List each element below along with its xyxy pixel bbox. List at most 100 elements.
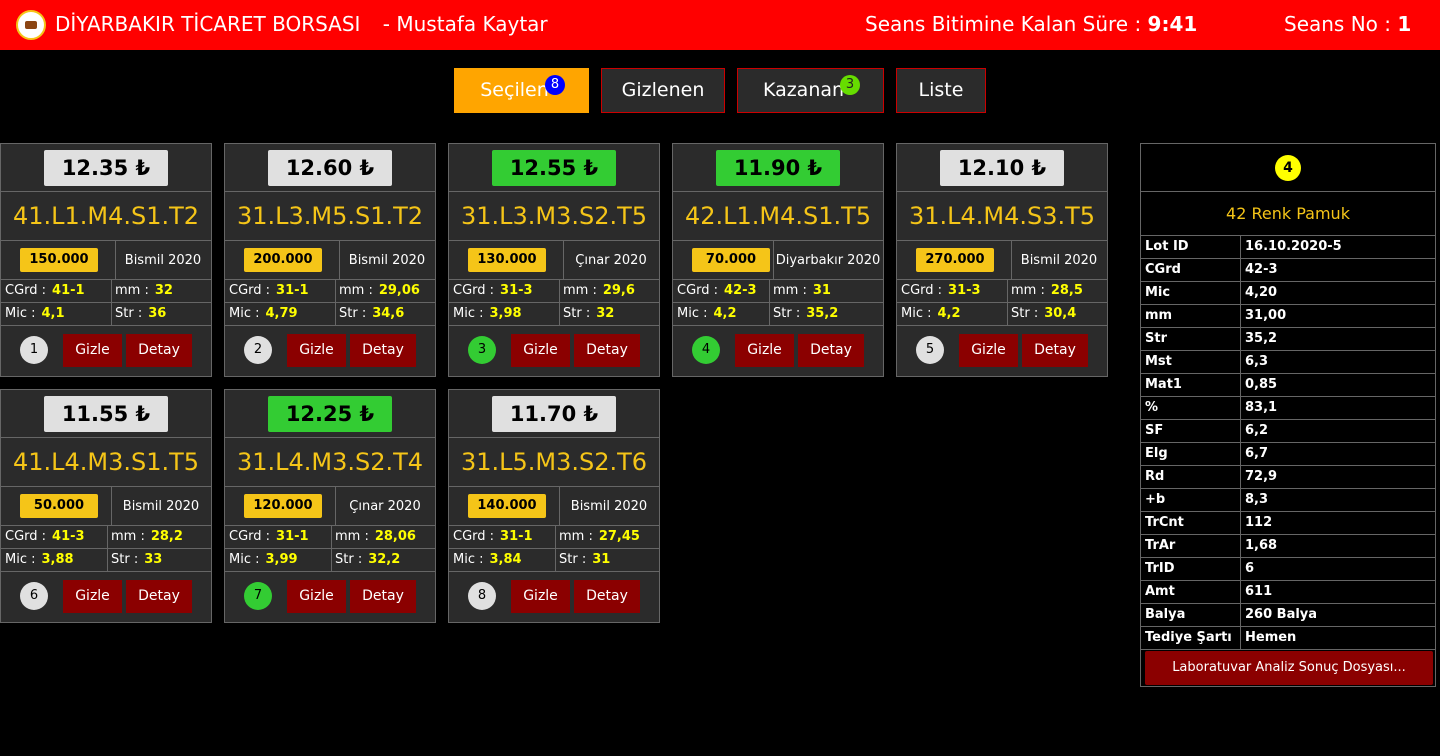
mic-spec: Mic : 3,99 xyxy=(229,552,298,567)
detail-button[interactable]: Detay xyxy=(574,580,640,613)
tab-badge: 8 xyxy=(545,75,565,95)
price-row: 12.25 ₺ xyxy=(225,390,435,438)
quantity-badge: 120.000 xyxy=(244,494,322,518)
mic-label: Mic : xyxy=(229,306,260,321)
card-actions: 3 Gizle Detay xyxy=(449,327,659,377)
mic-spec: Mic : 3,88 xyxy=(5,552,74,567)
tab-secilen[interactable]: Seçilen 8 xyxy=(454,68,589,113)
tab-label: Seçilen xyxy=(480,79,549,101)
mm-spec: mm : 29,06 xyxy=(339,283,420,298)
detail-key: % xyxy=(1145,400,1159,415)
mic-value: 3,84 xyxy=(489,552,522,567)
spec-row: CGrd : 42-3 mm : 31 xyxy=(673,280,883,303)
detail-button[interactable]: Detay xyxy=(350,580,416,613)
rank-badge: 5 xyxy=(916,336,944,364)
mm-value: 29,6 xyxy=(602,283,635,298)
detail-button[interactable]: Detay xyxy=(574,334,640,367)
str-spec: Str : 34,6 xyxy=(339,306,404,321)
mic-value: 3,88 xyxy=(41,552,74,567)
detail-row: Amt 611 xyxy=(1141,581,1435,604)
mic-spec: Mic : 4,79 xyxy=(229,306,298,321)
str-value: 35,2 xyxy=(806,306,839,321)
detail-button[interactable]: Detay xyxy=(798,334,864,367)
hide-button[interactable]: Gizle xyxy=(735,334,794,367)
mm-value: 28,06 xyxy=(374,529,416,544)
divider xyxy=(1240,466,1241,488)
detail-value: 6,2 xyxy=(1245,423,1269,438)
hide-button[interactable]: Gizle xyxy=(63,580,122,613)
mm-spec: mm : 28,5 xyxy=(1011,283,1083,298)
tab-kazanan[interactable]: Kazanan 3 xyxy=(737,68,884,113)
cgrd-value: 31-3 xyxy=(948,283,981,298)
divider xyxy=(1240,397,1241,419)
top-bar: DİYARBAKIR TİCARET BORSASI - Mustafa Kay… xyxy=(0,0,1440,50)
divider xyxy=(1240,535,1241,557)
lot-card: 11.90 ₺ 42.L1.M4.S1.T5 70.000 Diyarbakır… xyxy=(672,143,884,377)
hide-button[interactable]: Gizle xyxy=(511,580,570,613)
detail-key: Elg xyxy=(1145,446,1168,461)
cgrd-value: 41-1 xyxy=(52,283,85,298)
detail-value: Hemen xyxy=(1245,630,1297,645)
detail-title: 42 Renk Pamuk xyxy=(1141,192,1435,236)
detail-button[interactable]: Detay xyxy=(350,334,416,367)
str-label: Str : xyxy=(563,306,591,321)
origin-label: Bismil 2020 xyxy=(122,499,200,514)
mm-label: mm : xyxy=(115,283,149,298)
str-label: Str : xyxy=(339,306,367,321)
spec-row: CGrd : 31-1 mm : 27,45 xyxy=(449,526,659,549)
mic-label: Mic : xyxy=(453,552,484,567)
divider xyxy=(331,549,332,571)
logo-icon xyxy=(16,10,46,40)
price-row: 12.55 ₺ xyxy=(449,144,659,192)
detail-value: 260 Balya xyxy=(1245,607,1318,622)
detail-button[interactable]: Detay xyxy=(126,334,192,367)
detail-row: +b 8,3 xyxy=(1141,489,1435,512)
str-value: 32,2 xyxy=(368,552,401,567)
cgrd-label: CGrd : xyxy=(229,283,271,298)
hide-button[interactable]: Gizle xyxy=(959,334,1018,367)
mm-spec: mm : 32 xyxy=(115,283,173,298)
quantity-badge: 150.000 xyxy=(20,248,98,272)
tab-label: Liste xyxy=(918,79,964,101)
hide-button[interactable]: Gizle xyxy=(511,334,570,367)
card-actions: 4 Gizle Detay xyxy=(673,327,883,377)
lab-analysis-button[interactable]: Laboratuvar Analiz Sonuç Dosyası... xyxy=(1145,651,1433,685)
detail-key: TrAr xyxy=(1145,538,1176,553)
detail-key: Tediye Şartı xyxy=(1145,630,1232,645)
price-badge: 11.90 ₺ xyxy=(716,150,840,186)
lot-code: 31.L3.M3.S2.T5 xyxy=(449,192,659,241)
str-label: Str : xyxy=(1011,306,1039,321)
detail-value: 611 xyxy=(1245,584,1273,599)
detail-row: Mic 4,20 xyxy=(1141,282,1435,305)
tab-liste[interactable]: Liste xyxy=(896,68,986,113)
rank-badge: 4 xyxy=(692,336,720,364)
cgrd-spec: CGrd : 31-3 xyxy=(901,283,981,298)
str-value: 32 xyxy=(596,306,615,321)
mic-value: 4,1 xyxy=(41,306,65,321)
detail-button[interactable]: Detay xyxy=(1022,334,1088,367)
divider xyxy=(107,549,108,571)
detail-row: TrCnt 112 xyxy=(1141,512,1435,535)
lot-card: 11.55 ₺ 41.L4.M3.S1.T5 50.000 Bismil 202… xyxy=(0,389,212,623)
divider xyxy=(1240,558,1241,580)
cgrd-value: 31-1 xyxy=(276,283,309,298)
tab-gizlenen[interactable]: Gizlenen xyxy=(601,68,725,113)
hide-button[interactable]: Gizle xyxy=(287,580,346,613)
detail-row: Tediye Şartı Hemen xyxy=(1141,627,1435,650)
qty-row: 150.000 Bismil 2020 xyxy=(1,241,211,280)
hide-button[interactable]: Gizle xyxy=(63,334,122,367)
divider xyxy=(1240,305,1241,327)
hide-button[interactable]: Gizle xyxy=(287,334,346,367)
quantity-badge: 70.000 xyxy=(692,248,770,272)
cgrd-spec: CGrd : 31-1 xyxy=(229,283,309,298)
cgrd-spec: CGrd : 42-3 xyxy=(677,283,757,298)
spec-row: Mic : 4,79 Str : 34,6 xyxy=(225,303,435,326)
mic-value: 4,79 xyxy=(265,306,298,321)
detail-button[interactable]: Detay xyxy=(126,580,192,613)
detail-row: SF 6,2 xyxy=(1141,420,1435,443)
price-badge: 12.60 ₺ xyxy=(268,150,392,186)
detail-value: 16.10.2020-5 xyxy=(1245,239,1342,254)
divider xyxy=(555,549,556,571)
str-spec: Str : 32 xyxy=(563,306,614,321)
detail-key: Rd xyxy=(1145,469,1165,484)
